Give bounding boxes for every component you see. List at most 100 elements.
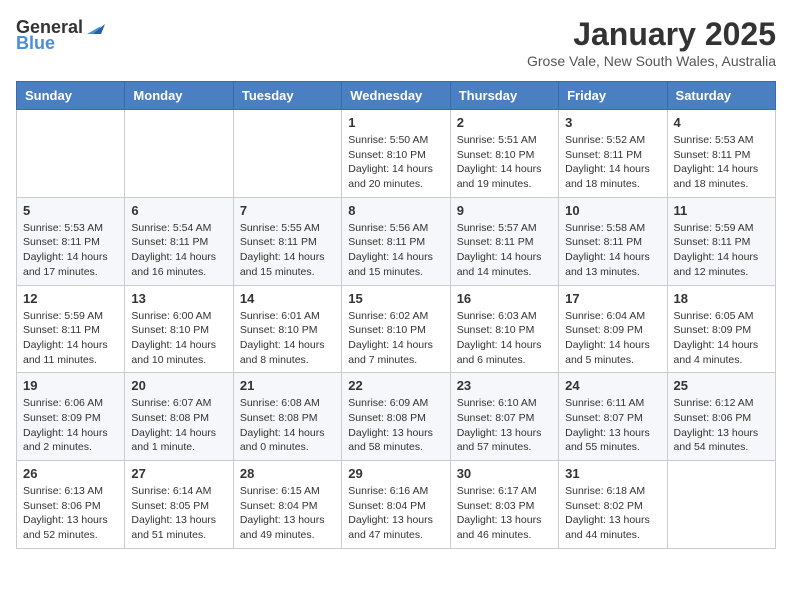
day-number: 12	[23, 291, 118, 306]
day-number: 7	[240, 203, 335, 218]
day-number: 13	[131, 291, 226, 306]
day-info: Sunrise: 5:51 AM Sunset: 8:10 PM Dayligh…	[457, 133, 552, 192]
day-number: 14	[240, 291, 335, 306]
calendar-cell: 1 Sunrise: 5:50 AM Sunset: 8:10 PM Daylig…	[342, 110, 450, 198]
day-number: 26	[23, 466, 118, 481]
calendar-cell	[17, 110, 125, 198]
day-info: Sunrise: 5:52 AM Sunset: 8:11 PM Dayligh…	[565, 133, 660, 192]
day-number: 4	[674, 115, 769, 130]
calendar-cell: 6 Sunrise: 5:54 AM Sunset: 8:11 PM Daylig…	[125, 197, 233, 285]
calendar-cell: 5 Sunrise: 5:53 AM Sunset: 8:11 PM Daylig…	[17, 197, 125, 285]
day-info: Sunrise: 6:16 AM Sunset: 8:04 PM Dayligh…	[348, 484, 443, 543]
calendar-cell: 25 Sunrise: 6:12 AM Sunset: 8:06 PM Dayli…	[667, 373, 775, 461]
calendar-cell: 13 Sunrise: 6:00 AM Sunset: 8:10 PM Dayli…	[125, 285, 233, 373]
calendar-cell: 15 Sunrise: 6:02 AM Sunset: 8:10 PM Dayli…	[342, 285, 450, 373]
day-number: 11	[674, 203, 769, 218]
calendar-cell: 23 Sunrise: 6:10 AM Sunset: 8:07 PM Dayli…	[450, 373, 558, 461]
logo: General Blue	[16, 16, 105, 52]
calendar-cell: 11 Sunrise: 5:59 AM Sunset: 8:11 PM Dayli…	[667, 197, 775, 285]
logo-icon	[83, 16, 105, 38]
calendar-cell: 17Sunrise: 6:04 AM Sunset: 8:09 PM Dayli…	[559, 285, 667, 373]
calendar-cell: 16 Sunrise: 6:03 AM Sunset: 8:10 PM Dayli…	[450, 285, 558, 373]
day-number: 19	[23, 378, 118, 393]
day-info: Sunrise: 6:05 AM Sunset: 8:09 PM Dayligh…	[674, 309, 769, 368]
day-info: Sunrise: 6:07 AM Sunset: 8:08 PM Dayligh…	[131, 396, 226, 455]
weekday-header-saturday: Saturday	[667, 82, 775, 110]
day-number: 2	[457, 115, 552, 130]
day-info: Sunrise: 6:12 AM Sunset: 8:06 PM Dayligh…	[674, 396, 769, 455]
weekday-header-row: SundayMondayTuesdayWednesdayThursdayFrid…	[17, 82, 776, 110]
weekday-header-monday: Monday	[125, 82, 233, 110]
day-info: Sunrise: 6:03 AM Sunset: 8:10 PM Dayligh…	[457, 309, 552, 368]
calendar-week-2: 5 Sunrise: 5:53 AM Sunset: 8:11 PM Daylig…	[17, 197, 776, 285]
calendar-cell: 9 Sunrise: 5:57 AM Sunset: 8:11 PM Daylig…	[450, 197, 558, 285]
calendar-cell: 27 Sunrise: 6:14 AM Sunset: 8:05 PM Dayli…	[125, 461, 233, 549]
calendar-body: 1 Sunrise: 5:50 AM Sunset: 8:10 PM Daylig…	[17, 110, 776, 549]
calendar-cell: 4 Sunrise: 5:53 AM Sunset: 8:11 PM Daylig…	[667, 110, 775, 198]
day-number: 28	[240, 466, 335, 481]
calendar-table: SundayMondayTuesdayWednesdayThursdayFrid…	[16, 81, 776, 549]
day-number: 30	[457, 466, 552, 481]
day-info: Sunrise: 5:57 AM Sunset: 8:11 PM Dayligh…	[457, 221, 552, 280]
page-header: General Blue January 2025 Grose Vale, Ne…	[16, 16, 776, 69]
day-info: Sunrise: 6:08 AM Sunset: 8:08 PM Dayligh…	[240, 396, 335, 455]
logo-blue: Blue	[16, 34, 55, 52]
day-number: 18	[674, 291, 769, 306]
day-info: Sunrise: 5:53 AM Sunset: 8:11 PM Dayligh…	[23, 221, 118, 280]
day-info: Sunrise: 5:50 AM Sunset: 8:10 PM Dayligh…	[348, 133, 443, 192]
day-info: Sunrise: 6:01 AM Sunset: 8:10 PM Dayligh…	[240, 309, 335, 368]
day-info: Sunrise: 6:15 AM Sunset: 8:04 PM Dayligh…	[240, 484, 335, 543]
day-number: 24	[565, 378, 660, 393]
day-info: Sunrise: 6:10 AM Sunset: 8:07 PM Dayligh…	[457, 396, 552, 455]
day-info: Sunrise: 6:00 AM Sunset: 8:10 PM Dayligh…	[131, 309, 226, 368]
day-number: 27	[131, 466, 226, 481]
calendar-cell: 10 Sunrise: 5:58 AM Sunset: 8:11 PM Dayli…	[559, 197, 667, 285]
day-info: Sunrise: 5:59 AM Sunset: 8:11 PM Dayligh…	[674, 221, 769, 280]
day-number: 21	[240, 378, 335, 393]
calendar-cell: 14 Sunrise: 6:01 AM Sunset: 8:10 PM Dayli…	[233, 285, 341, 373]
day-number: 10	[565, 203, 660, 218]
weekday-header-wednesday: Wednesday	[342, 82, 450, 110]
day-number: 16	[457, 291, 552, 306]
day-number: 9	[457, 203, 552, 218]
calendar-cell: 28 Sunrise: 6:15 AM Sunset: 8:04 PM Dayli…	[233, 461, 341, 549]
calendar-cell: 20Sunrise: 6:07 AM Sunset: 8:08 PM Dayli…	[125, 373, 233, 461]
calendar-cell: 21 Sunrise: 6:08 AM Sunset: 8:08 PM Dayli…	[233, 373, 341, 461]
calendar-cell: 30 Sunrise: 6:17 AM Sunset: 8:03 PM Dayli…	[450, 461, 558, 549]
weekday-header-sunday: Sunday	[17, 82, 125, 110]
day-info: Sunrise: 6:17 AM Sunset: 8:03 PM Dayligh…	[457, 484, 552, 543]
day-info: Sunrise: 5:53 AM Sunset: 8:11 PM Dayligh…	[674, 133, 769, 192]
calendar-cell: 3 Sunrise: 5:52 AM Sunset: 8:11 PM Daylig…	[559, 110, 667, 198]
day-number: 15	[348, 291, 443, 306]
calendar-week-4: 19 Sunrise: 6:06 AM Sunset: 8:09 PM Dayli…	[17, 373, 776, 461]
calendar-cell: 26Sunrise: 6:13 AM Sunset: 8:06 PM Dayli…	[17, 461, 125, 549]
day-info: Sunrise: 5:54 AM Sunset: 8:11 PM Dayligh…	[131, 221, 226, 280]
day-number: 6	[131, 203, 226, 218]
calendar-cell: 24 Sunrise: 6:11 AM Sunset: 8:07 PM Dayli…	[559, 373, 667, 461]
day-info: Sunrise: 5:58 AM Sunset: 8:11 PM Dayligh…	[565, 221, 660, 280]
day-number: 23	[457, 378, 552, 393]
title-section: January 2025 Grose Vale, New South Wales…	[527, 16, 776, 69]
day-number: 1	[348, 115, 443, 130]
calendar-cell: 7Sunrise: 5:55 AM Sunset: 8:11 PM Daylig…	[233, 197, 341, 285]
day-info: Sunrise: 6:11 AM Sunset: 8:07 PM Dayligh…	[565, 396, 660, 455]
weekday-header-tuesday: Tuesday	[233, 82, 341, 110]
day-number: 5	[23, 203, 118, 218]
day-info: Sunrise: 6:14 AM Sunset: 8:05 PM Dayligh…	[131, 484, 226, 543]
calendar-cell: 19 Sunrise: 6:06 AM Sunset: 8:09 PM Dayli…	[17, 373, 125, 461]
day-info: Sunrise: 6:02 AM Sunset: 8:10 PM Dayligh…	[348, 309, 443, 368]
day-info: Sunrise: 6:06 AM Sunset: 8:09 PM Dayligh…	[23, 396, 118, 455]
calendar-week-3: 12Sunrise: 5:59 AM Sunset: 8:11 PM Dayli…	[17, 285, 776, 373]
calendar-cell	[125, 110, 233, 198]
calendar-cell	[233, 110, 341, 198]
day-info: Sunrise: 6:09 AM Sunset: 8:08 PM Dayligh…	[348, 396, 443, 455]
day-info: Sunrise: 6:04 AM Sunset: 8:09 PM Dayligh…	[565, 309, 660, 368]
day-info: Sunrise: 5:56 AM Sunset: 8:11 PM Dayligh…	[348, 221, 443, 280]
calendar-week-1: 1 Sunrise: 5:50 AM Sunset: 8:10 PM Daylig…	[17, 110, 776, 198]
day-number: 3	[565, 115, 660, 130]
day-number: 25	[674, 378, 769, 393]
day-number: 29	[348, 466, 443, 481]
calendar-cell: 12Sunrise: 5:59 AM Sunset: 8:11 PM Dayli…	[17, 285, 125, 373]
calendar-cell: 22Sunrise: 6:09 AM Sunset: 8:08 PM Dayli…	[342, 373, 450, 461]
day-info: Sunrise: 6:18 AM Sunset: 8:02 PM Dayligh…	[565, 484, 660, 543]
